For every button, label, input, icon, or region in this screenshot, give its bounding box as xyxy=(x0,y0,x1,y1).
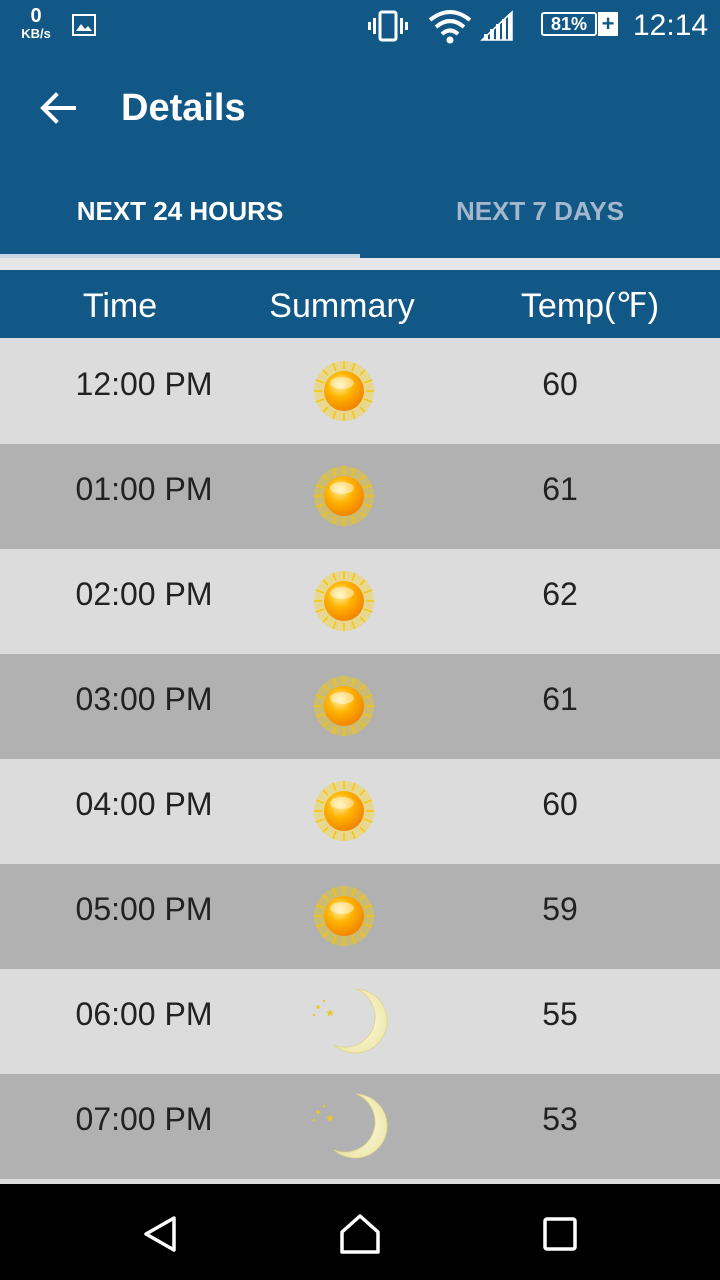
image-icon xyxy=(72,14,96,41)
row-temp: 60 xyxy=(542,366,578,402)
row-time: 02:00 PM xyxy=(75,576,213,612)
column-header-summary: Summary xyxy=(269,287,415,325)
row-time: 07:00 PM xyxy=(75,1101,213,1137)
tab-bar: NEXT 24 HOURS NEXT 7 DAYS xyxy=(0,164,720,258)
sun-icon xyxy=(300,670,388,742)
row-temp: 55 xyxy=(542,996,578,1032)
row-time: 12:00 PM xyxy=(75,366,213,402)
row-time: 05:00 PM xyxy=(75,891,213,927)
row-temp: 61 xyxy=(542,681,578,717)
nav-back-icon xyxy=(144,1216,176,1252)
sun-icon xyxy=(300,775,388,847)
nav-back-button[interactable] xyxy=(120,1206,200,1262)
moon-icon xyxy=(300,985,388,1057)
navigation-bar xyxy=(0,1184,720,1280)
battery-icon: 81% + xyxy=(541,10,619,40)
nav-home-icon xyxy=(340,1214,380,1254)
sun-icon xyxy=(300,880,388,952)
row-time: 01:00 PM xyxy=(75,471,213,507)
row-temp: 53 xyxy=(542,1101,578,1137)
battery-charging-plus: + xyxy=(598,12,618,36)
battery-level: 81% xyxy=(541,12,597,36)
table-row: 12:00 PM 60 xyxy=(0,339,720,444)
table-row: 07:00 PM 53 xyxy=(0,1074,720,1179)
nav-home-button[interactable] xyxy=(320,1206,400,1262)
nav-recent-button[interactable] xyxy=(520,1206,600,1262)
table-row: 03:00 PM 61 xyxy=(0,654,720,759)
status-bar: 0 KB/s 81% + 12:14 xyxy=(0,0,720,52)
row-time: 04:00 PM xyxy=(75,786,213,822)
row-time: 06:00 PM xyxy=(75,996,213,1032)
forecast-list: 12:00 PM 60 01:00 PM 61 02:00 PM 62 03:0… xyxy=(0,339,720,1179)
network-speed-unit: KB/s xyxy=(21,26,51,41)
signal-icon xyxy=(480,10,514,47)
tab-next-24-hours[interactable]: NEXT 24 HOURS xyxy=(0,164,360,258)
table-row: 04:00 PM 60 xyxy=(0,759,720,864)
row-temp: 59 xyxy=(542,891,578,927)
table-row: 02:00 PM 62 xyxy=(0,549,720,654)
tab-next-7-days[interactable]: NEXT 7 DAYS xyxy=(360,164,720,258)
column-header-temp: Temp(℉) xyxy=(520,287,660,325)
row-temp: 60 xyxy=(542,786,578,822)
nav-recent-icon xyxy=(543,1217,577,1251)
column-header-time: Time xyxy=(82,287,158,325)
row-temp: 61 xyxy=(542,471,578,507)
sun-icon xyxy=(300,355,388,427)
sun-icon xyxy=(300,460,388,532)
network-speed: 0 KB/s xyxy=(16,6,56,40)
table-row: 05:00 PM 59 xyxy=(0,864,720,969)
back-button[interactable] xyxy=(30,80,86,136)
arrow-left-icon xyxy=(40,92,76,124)
table-row: 01:00 PM 61 xyxy=(0,444,720,549)
network-speed-value: 0 xyxy=(30,5,42,27)
app-bar: Details xyxy=(0,52,720,164)
sun-icon xyxy=(300,565,388,637)
row-temp: 62 xyxy=(542,576,578,612)
row-time: 03:00 PM xyxy=(75,681,213,717)
table-row: 06:00 PM 55 xyxy=(0,969,720,1074)
wifi-icon xyxy=(428,8,472,49)
table-header: Time Summary Temp(℉) xyxy=(0,270,720,338)
status-clock: 12:14 xyxy=(633,9,709,42)
page-title: Details xyxy=(121,87,246,129)
vibrate-icon xyxy=(368,10,408,47)
moon-icon xyxy=(300,1090,388,1162)
divider xyxy=(0,258,720,270)
